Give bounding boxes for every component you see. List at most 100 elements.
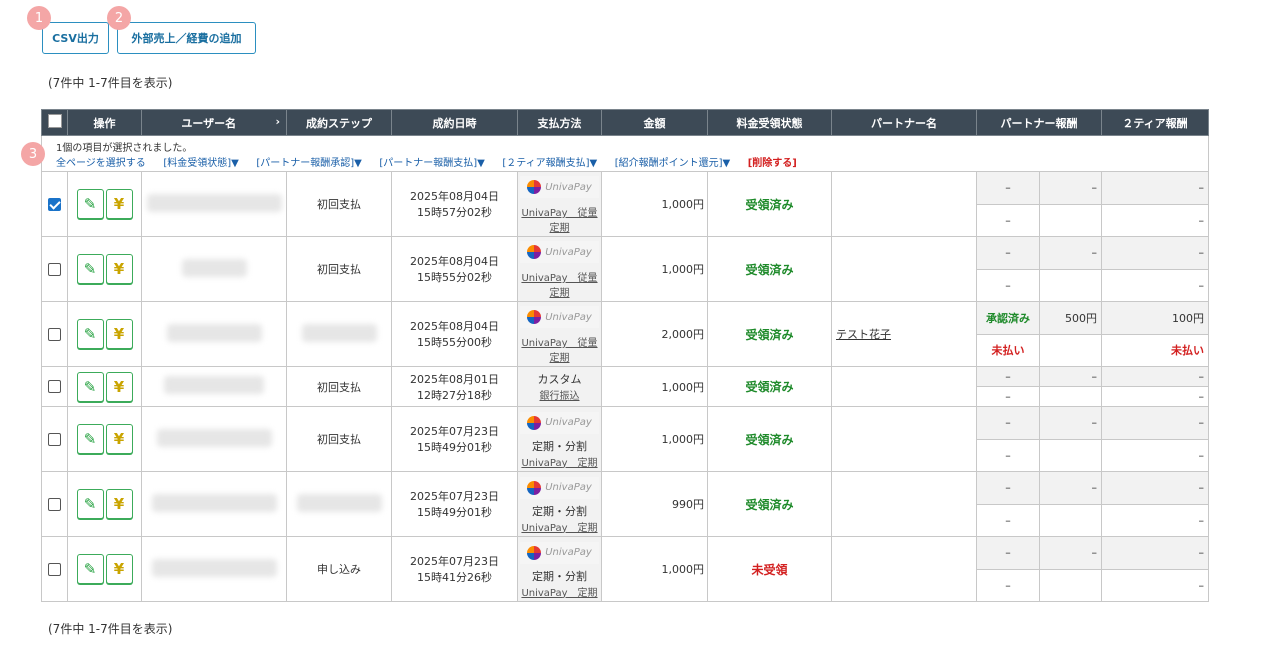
edit-button[interactable]: ✎ xyxy=(76,424,104,454)
tier2-reward-payment-menu[interactable]: [２ティア報酬支払]▼ xyxy=(502,158,597,169)
date-cell: 2025年07月23日 15時49分01秒 xyxy=(391,406,518,472)
partner-reward-status: – xyxy=(976,406,1040,440)
receipt-status-cell: 受領済み xyxy=(707,366,832,407)
row-checkbox[interactable] xyxy=(41,236,68,302)
univapay-icon xyxy=(527,545,542,560)
edit-button[interactable]: ✎ xyxy=(76,554,104,584)
table-row: ✎ ¥ 初回支払 2025年08月01日 12時27分18秒 カスタム 銀行振込 1,000円… xyxy=(41,366,1209,407)
partner-reward-amount: – xyxy=(1039,171,1102,205)
partner-reward-amount: 500円 xyxy=(1039,301,1102,335)
payment-button[interactable]: ¥ xyxy=(105,424,133,454)
partner-payment-amount xyxy=(1039,333,1102,367)
yen-icon: ¥ xyxy=(113,195,125,213)
payment-method-link-2[interactable]: 定期 xyxy=(518,349,601,364)
partner-reward-payment-menu[interactable]: [パートナー報酬支払]▼ xyxy=(379,158,485,169)
row-checkbox[interactable] xyxy=(41,301,68,367)
select-all-checkbox[interactable] xyxy=(41,109,68,136)
payment-button[interactable]: ¥ xyxy=(105,319,133,349)
payment-method-link[interactable]: UnivaPay 定期 xyxy=(518,519,601,534)
payment-method-link[interactable]: UnivaPay 従量 xyxy=(518,269,601,284)
step-cell: 初回支払 xyxy=(286,171,392,237)
partner-name-cell xyxy=(831,471,977,537)
add-external-sales-button[interactable]: 外部売上／経費の追加 xyxy=(117,22,256,54)
contracts-table: 操作 ユーザー名 › 成約ステップ 成約日時 支払方法 金額 料金受領状態 パート… xyxy=(41,109,1209,602)
tier2-reward-amount: – xyxy=(1101,471,1209,505)
tutorial-badge-2: 2 xyxy=(107,6,131,30)
yen-icon: ¥ xyxy=(113,325,125,343)
step-redacted xyxy=(296,493,382,512)
payment-button[interactable]: ¥ xyxy=(105,554,133,584)
payment-cell: UnivaPay UnivaPay 従量 定期 xyxy=(517,171,602,237)
univapay-icon xyxy=(527,180,542,194)
univapay-icon xyxy=(527,310,542,324)
partner-payment-amount xyxy=(1039,503,1102,537)
payment-type: 定期・分割 xyxy=(532,569,587,583)
step-cell: 初回支払 xyxy=(286,366,392,407)
payment-button[interactable]: ¥ xyxy=(105,189,133,219)
payment-cell: UnivaPay 定期・分割 UnivaPay 定期 xyxy=(517,406,602,472)
partner-payment-status: – xyxy=(976,386,1040,407)
payment-method-link[interactable]: UnivaPay 定期 xyxy=(518,454,601,469)
amount-cell: 1,000円 xyxy=(601,236,708,302)
partner-payment-status: – xyxy=(976,568,1040,602)
row-checkbox[interactable] xyxy=(41,366,68,407)
date-cell: 2025年07月23日 15時49分01秒 xyxy=(391,471,518,537)
tier2-reward-amount: – xyxy=(1101,406,1209,440)
receipt-status-cell: 受領済み xyxy=(707,171,832,237)
table-row: ✎ ¥2025年07月23日 15時49分01秒 UnivaPay 定期・分割 Univa… xyxy=(41,471,1209,537)
amount-cell: 1,000円 xyxy=(601,406,708,472)
step-cell: 申し込み xyxy=(286,536,392,602)
tier2-payment-status: – xyxy=(1101,203,1209,237)
row-actions: ✎ ¥ xyxy=(67,406,142,472)
result-count-bottom: (7件中 1-7件目を表示) xyxy=(48,622,173,636)
payment-button[interactable]: ¥ xyxy=(105,371,133,402)
partner-reward-status: – xyxy=(976,366,1040,387)
partner-payment-status: – xyxy=(976,203,1040,237)
pencil-icon: ✎ xyxy=(83,430,97,448)
receipt-status-menu[interactable]: [料金受領状態]▼ xyxy=(163,158,239,169)
tier2-reward-amount: – xyxy=(1101,236,1209,270)
row-actions: ✎ ¥ xyxy=(67,536,142,602)
partner-reward-approval-menu[interactable]: [パートナー報酬承認]▼ xyxy=(256,158,362,169)
row-checkbox[interactable] xyxy=(41,536,68,602)
delete-link[interactable]: [削除する] xyxy=(748,158,797,169)
edit-button[interactable]: ✎ xyxy=(76,254,104,284)
payment-button[interactable]: ¥ xyxy=(105,254,133,284)
payment-method-link[interactable]: UnivaPay 定期 xyxy=(518,584,601,599)
payment-method-link-2[interactable]: 定期 xyxy=(518,219,601,234)
payment-method-link-2[interactable]: 定期 xyxy=(518,284,601,299)
edit-button[interactable]: ✎ xyxy=(76,319,104,349)
col-amount: 金額 xyxy=(601,109,708,136)
tier2-payment-status: – xyxy=(1101,568,1209,602)
receipt-status-cell: 受領済み xyxy=(707,471,832,537)
amount-cell: 1,000円 xyxy=(601,536,708,602)
edit-button[interactable]: ✎ xyxy=(76,489,104,519)
payment-button[interactable]: ¥ xyxy=(105,489,133,519)
col-step: 成約ステップ xyxy=(286,109,392,136)
partner-payment-amount xyxy=(1039,568,1102,602)
partner-payment-amount xyxy=(1039,438,1102,472)
payment-method-link[interactable]: 銀行振込 xyxy=(518,387,601,402)
yen-icon: ¥ xyxy=(113,430,125,448)
col-username[interactable]: ユーザー名 › xyxy=(141,109,287,136)
username-redacted xyxy=(156,428,272,447)
edit-button[interactable]: ✎ xyxy=(76,371,104,402)
pencil-icon: ✎ xyxy=(83,195,97,213)
username-cell xyxy=(141,406,287,472)
edit-button[interactable]: ✎ xyxy=(76,189,104,219)
csv-export-button[interactable]: CSV出力 xyxy=(42,22,109,54)
univapay-logo: UnivaPay xyxy=(520,176,599,198)
partner-name-cell xyxy=(831,171,977,237)
row-checkbox[interactable] xyxy=(41,406,68,472)
chevron-right-icon[interactable]: › xyxy=(275,115,280,128)
referral-point-return-menu[interactable]: [紹介報酬ポイント還元]▼ xyxy=(615,158,731,169)
payment-method-link[interactable]: UnivaPay 従量 xyxy=(518,334,601,349)
partner-payment-status: – xyxy=(976,438,1040,472)
select-all-pages-link[interactable]: 全ページを選択する xyxy=(56,158,146,169)
partner-reward-status: 承認済み xyxy=(976,301,1040,335)
row-checkbox[interactable] xyxy=(41,471,68,537)
result-count-top: (7件中 1-7件目を表示) xyxy=(48,76,173,90)
payment-method-link[interactable]: UnivaPay 従量 xyxy=(518,204,601,219)
row-checkbox[interactable] xyxy=(41,171,68,237)
step-cell: 初回支払 xyxy=(286,236,392,302)
